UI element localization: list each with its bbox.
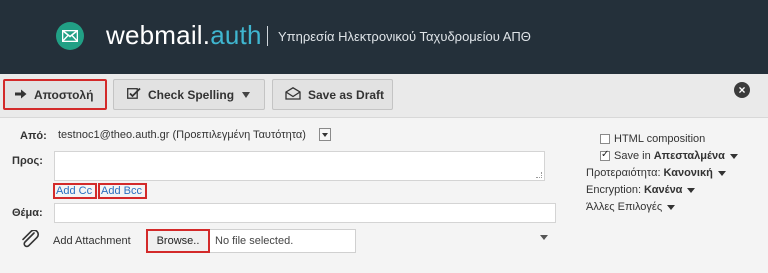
other-options-label: Άλλες Επιλογές (586, 201, 663, 213)
no-file-text: No file selected. (215, 235, 294, 247)
header-subtitle: Υπηρεσία Ηλεκτρονικού Ταχυδρομείου ΑΠΘ (278, 29, 531, 44)
brand-title: webmail.auth (106, 20, 262, 51)
html-composition-label: HTML composition (614, 133, 706, 145)
add-cc-link[interactable]: Add Cc (53, 183, 97, 199)
from-label: Από: (20, 130, 47, 142)
chevron-down-icon[interactable] (540, 235, 548, 240)
chevron-down-icon[interactable] (687, 187, 696, 193)
arrow-right-icon (15, 88, 27, 102)
subject-label: Θέμα: (12, 207, 43, 219)
save-in-prefix: Save in (614, 150, 651, 162)
to-label: Προς: (12, 155, 43, 167)
resize-grip-icon[interactable] (536, 172, 542, 178)
brand-divider (267, 26, 268, 46)
other-options[interactable]: Άλλες Επιλογές (586, 201, 676, 213)
chevron-down-icon (242, 91, 251, 98)
brand-main: webmail. (106, 20, 211, 50)
from-dropdown-arrow-icon[interactable] (319, 128, 331, 141)
save-draft-button[interactable]: Save as Draft (272, 79, 393, 110)
browse-button[interactable]: Browse.. (146, 229, 210, 253)
save-in-checkbox[interactable] (600, 149, 610, 161)
encryption-label: Encryption: (586, 184, 642, 196)
draft-label: Save as Draft (308, 87, 385, 102)
check-spelling-button[interactable]: Check Spelling (113, 79, 265, 110)
encryption-value: Κανένα (644, 184, 683, 196)
priority-value: Κανονική (663, 167, 713, 179)
save-in-option[interactable]: Save in Απεσταλμένα (600, 149, 738, 162)
encryption-option[interactable]: Encryption: Κανένα (586, 184, 696, 196)
chevron-down-icon[interactable] (729, 153, 738, 159)
app-header: webmail.auth Υπηρεσία Ηλεκτρονικού Ταχυδ… (0, 0, 768, 74)
spellcheck-icon (127, 87, 141, 102)
chevron-down-icon[interactable] (667, 204, 676, 210)
paperclip-icon (20, 229, 40, 251)
spell-label: Check Spelling (148, 87, 235, 102)
html-composition-option[interactable]: HTML composition (600, 133, 705, 145)
subject-field[interactable] (54, 203, 556, 223)
html-composition-checkbox[interactable] (600, 134, 610, 144)
send-button[interactable]: Αποστολή (3, 79, 107, 110)
envelope-icon (285, 86, 301, 103)
mail-logo-icon (56, 22, 84, 50)
brand-suffix: auth (210, 20, 262, 50)
chevron-down-icon[interactable] (717, 170, 726, 176)
from-select[interactable]: testnoc1@theo.auth.gr (Προεπιλεγμένη Ταυ… (58, 129, 306, 141)
priority-label: Προτεραιότητα: (586, 167, 661, 179)
to-field[interactable] (54, 151, 545, 181)
close-icon[interactable]: × (734, 82, 750, 98)
compose-toolbar: Αποστολή Check Spelling Save as Draft × (0, 74, 768, 118)
compose-form: Από: testnoc1@theo.auth.gr (Προεπιλεγμέν… (0, 119, 768, 273)
send-label: Αποστολή (34, 87, 94, 102)
add-bcc-link[interactable]: Add Bcc (98, 183, 147, 199)
add-attachment-label: Add Attachment (53, 235, 131, 247)
save-in-folder: Απεσταλμένα (653, 150, 725, 162)
priority-option[interactable]: Προτεραιότητα: Κανονική (586, 167, 726, 179)
